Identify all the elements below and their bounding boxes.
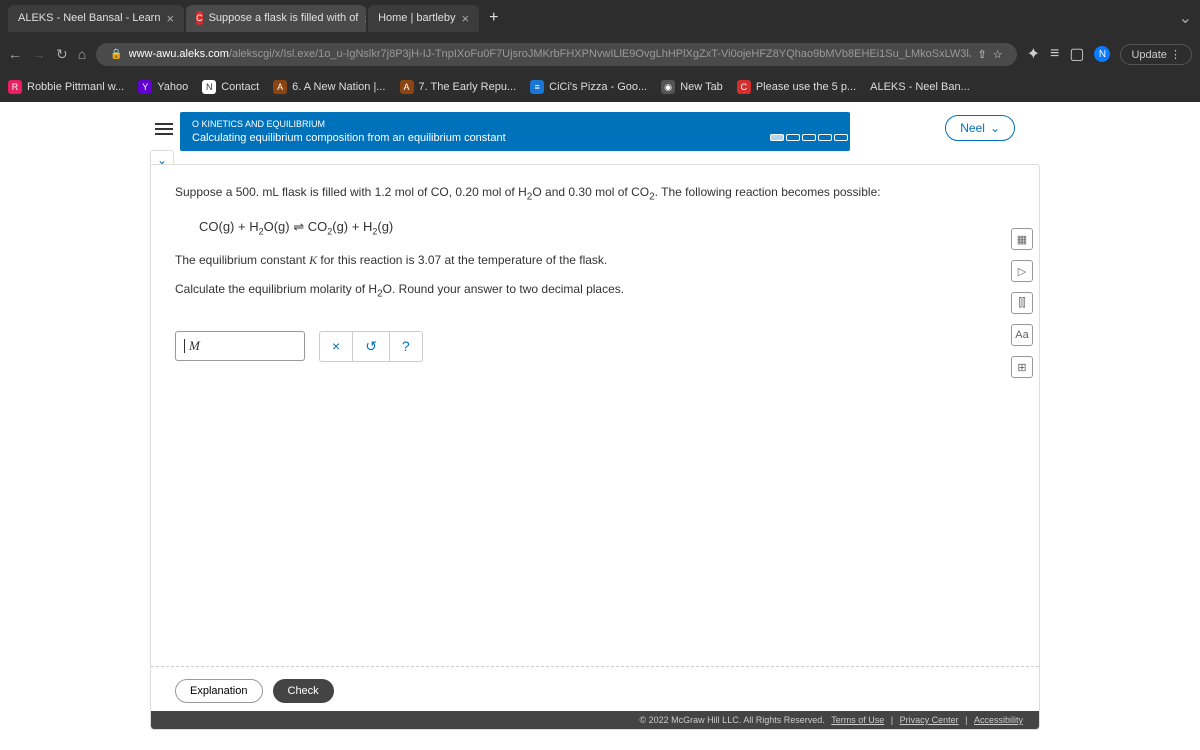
question-text-2: The equilibrium constant K for this reac… (175, 251, 1015, 270)
bookmark-item[interactable]: CPlease use the 5 p... (737, 80, 856, 94)
copyright-text: © 2022 McGraw Hill LLC. All Rights Reser… (640, 715, 825, 725)
chart-icon[interactable]: ⫿⫿ (1011, 292, 1033, 314)
bookmark-icon: C (737, 80, 751, 94)
calculator-icon[interactable]: ▦ (1011, 228, 1033, 250)
help-button[interactable]: ? (390, 332, 422, 361)
question-panel: Suppose a 500. mL flask is filled with 1… (150, 164, 1040, 730)
bookmark-item[interactable]: ◉New Tab (661, 80, 723, 94)
stop-icon[interactable]: ▢ (1069, 44, 1084, 64)
question-text-3: Calculate the equilibrium molarity of H2… (175, 280, 1015, 302)
url-text: www-awu.aleks.com/alekscgi/x/Isl.exe/1o_… (129, 48, 972, 60)
bookmark-icon: ≡ (530, 80, 544, 94)
input-tools: × ↺ ? (319, 331, 423, 362)
text-cursor (184, 339, 185, 353)
chevron-down-icon[interactable]: ⌄ (1179, 8, 1192, 28)
side-tools: ▦ ▷ ⫿⫿ Aa ⊞ (1011, 228, 1033, 378)
clear-button[interactable]: × (320, 332, 353, 361)
profile-badge[interactable]: N (1094, 46, 1110, 62)
update-button[interactable]: Update ⋮ (1120, 44, 1192, 65)
bookmark-item[interactable]: NContact (202, 80, 259, 94)
bookmark-item[interactable]: A7. The Early Repu... (400, 80, 517, 94)
bookmark-item[interactable]: ALEKS - Neel Ban... (870, 81, 970, 93)
new-tab-button[interactable]: + (481, 5, 506, 31)
back-button[interactable]: ← (8, 46, 22, 62)
url-toolbar: ← → ↻ ⌂ 🔒 www-awu.aleks.com/alekscgi/x/I… (0, 36, 1200, 72)
tab-label: Suppose a flask is filled with of (209, 12, 359, 24)
bookmark-item[interactable]: A6. A New Nation |... (273, 80, 385, 94)
forward-button[interactable]: → (32, 46, 46, 62)
reading-list-icon[interactable]: ≡ (1050, 45, 1059, 63)
bookmarks-bar: RRobbie Pittmanl w... YYahoo NContact A6… (0, 72, 1200, 102)
user-menu-button[interactable]: Neel ⌄ (945, 115, 1015, 141)
chegg-icon: C (196, 11, 203, 25)
share-icon[interactable]: ⇧ (977, 48, 986, 61)
module-header: O KINETICS AND EQUILIBRIUM Calculating e… (180, 112, 850, 151)
extensions-icon[interactable]: ✦ (1027, 44, 1040, 64)
user-label: Neel (960, 121, 985, 135)
privacy-link[interactable]: Privacy Center (900, 715, 959, 725)
reload-button[interactable]: ↻ (56, 46, 68, 63)
tab-label: ALEKS - Neel Bansal - Learn (18, 12, 160, 24)
browser-tab-2[interactable]: Home | bartleby × (368, 5, 479, 32)
browser-tab-0[interactable]: ALEKS - Neel Bansal - Learn × (8, 5, 184, 32)
bookmark-icon: ◉ (661, 80, 675, 94)
progress-text: 0/5 (856, 132, 869, 142)
home-button[interactable]: ⌂ (78, 46, 86, 62)
periodic-table-icon[interactable]: ⊞ (1011, 356, 1033, 378)
accessibility-link[interactable]: Accessibility (974, 715, 1023, 725)
bookmark-icon: Y (138, 80, 152, 94)
bookmark-icon: R (8, 80, 22, 94)
answer-row: M × ↺ ? (175, 331, 1015, 362)
close-icon[interactable]: × (166, 11, 174, 26)
star-icon[interactable]: ☆ (993, 48, 1003, 61)
bookmark-icon: N (202, 80, 216, 94)
close-icon[interactable]: × (364, 11, 366, 26)
bookmark-icon: A (400, 80, 414, 94)
bookmark-item[interactable]: RRobbie Pittmanl w... (8, 80, 124, 94)
question-text: Suppose a 500. mL flask is filled with 1… (175, 183, 1015, 205)
reaction-equation: CO(g) + H2O(g) ⇌ CO2(g) + H2(g) (199, 219, 1015, 237)
bookmark-item[interactable]: ≡CiCi's Pizza - Goo... (530, 80, 647, 94)
answer-unit: M (189, 338, 200, 354)
undo-button[interactable]: ↺ (353, 332, 390, 361)
text-icon[interactable]: Aa (1011, 324, 1033, 346)
toolbar-actions: ✦ ≡ ▢ N Update ⋮ (1027, 44, 1192, 65)
video-icon[interactable]: ▷ (1011, 260, 1033, 282)
module-topic: O KINETICS AND EQUILIBRIUM (192, 119, 838, 129)
browser-tab-strip: ALEKS - Neel Bansal - Learn × C Suppose … (0, 0, 1200, 36)
address-bar[interactable]: 🔒 www-awu.aleks.com/alekscgi/x/Isl.exe/1… (96, 43, 1016, 66)
explanation-button[interactable]: Explanation (175, 679, 263, 703)
chevron-down-icon: ⌄ (990, 121, 1000, 135)
bookmark-icon: A (273, 80, 287, 94)
close-icon[interactable]: × (462, 11, 470, 26)
footer: © 2022 McGraw Hill LLC. All Rights Reser… (151, 711, 1039, 729)
browser-tab-1[interactable]: C Suppose a flask is filled with of × (186, 5, 366, 32)
menu-button[interactable] (155, 120, 173, 138)
lock-icon: 🔒 (110, 49, 122, 60)
answer-input[interactable]: M (175, 331, 305, 361)
check-button[interactable]: Check (273, 679, 334, 703)
action-buttons: Explanation Check (151, 666, 1039, 703)
terms-link[interactable]: Terms of Use (831, 715, 884, 725)
module-title: Calculating equilibrium composition from… (192, 132, 838, 144)
bookmark-item[interactable]: YYahoo (138, 80, 188, 94)
tab-label: Home | bartleby (378, 12, 455, 24)
app-content: O KINETICS AND EQUILIBRIUM Calculating e… (0, 102, 1200, 750)
progress-bar: 0/5 (770, 132, 869, 142)
